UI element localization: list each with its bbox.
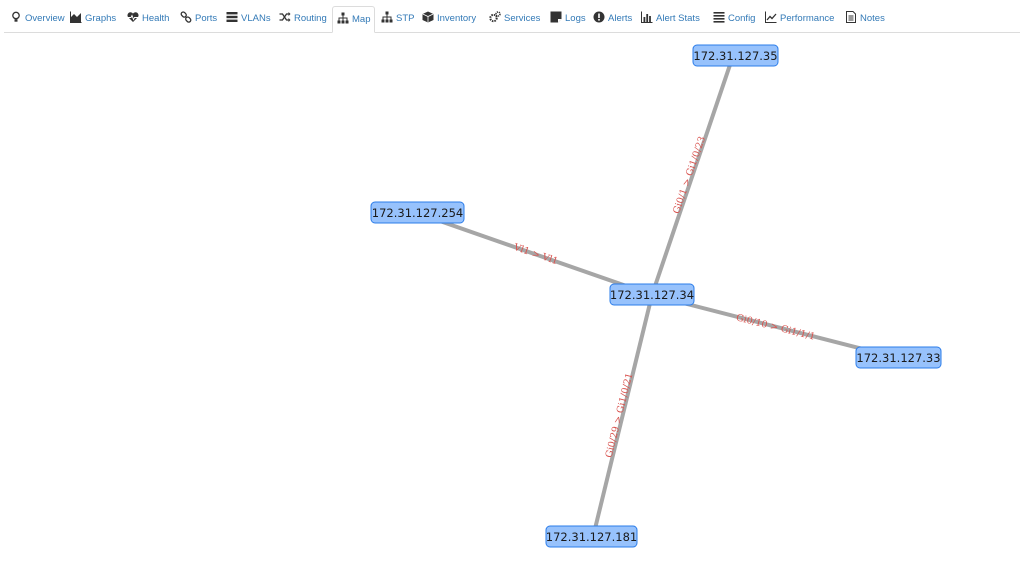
node-172-31-127-35[interactable]: 172.31.127.35 (692, 44, 779, 67)
node-label: 172.31.127.33 (856, 351, 940, 365)
sticky-note-icon (550, 11, 563, 23)
node-172-31-127-254[interactable]: 172.31.127.254 (370, 201, 465, 224)
sitemap-icon (381, 11, 394, 23)
tab-services[interactable]: Services (489, 6, 540, 32)
device-nav-tabs: Overview Graphs Health Ports VLANs Routi… (4, 6, 1020, 33)
tab-stp-label: STP (396, 13, 415, 24)
node-172-31-127-34[interactable]: 172.31.127.34 (609, 283, 695, 306)
link-icon (180, 11, 193, 23)
tab-routing[interactable]: Routing (279, 6, 327, 32)
tasks-icon (226, 11, 239, 23)
node-label: 172.31.127.34 (610, 288, 694, 302)
tab-logs[interactable]: Logs (550, 6, 586, 32)
tab-alerts-label: Alerts (608, 13, 633, 24)
node-label: 172.31.127.254 (372, 206, 463, 220)
area-chart-icon (70, 11, 83, 23)
tab-overview[interactable]: Overview (10, 6, 65, 32)
cube-icon (422, 11, 435, 23)
random-icon (279, 11, 292, 23)
tab-map-label: Map (352, 14, 371, 25)
tab-vlans-label: VLANs (241, 13, 271, 24)
tab-notes-label: Notes (860, 13, 885, 24)
tab-health-label: Health (142, 13, 170, 24)
node-label: 172.31.127.35 (693, 49, 777, 63)
tab-graphs[interactable]: Graphs (70, 6, 116, 32)
exclamation-circle-icon (593, 11, 606, 23)
tab-performance[interactable]: Performance (765, 6, 834, 32)
tab-config-label: Config (728, 13, 756, 24)
tab-logs-label: Logs (565, 13, 586, 24)
tab-overview-label: Overview (25, 13, 65, 24)
tab-alert-stats[interactable]: Alert Stats (641, 6, 700, 32)
edge-label-center-bottom: Gi0/29 > Gi1/0/21 (604, 372, 636, 459)
align-justify-icon (713, 11, 726, 23)
node-172-31-127-181[interactable]: 172.31.127.181 (545, 525, 638, 548)
tab-inventory-label: Inventory (437, 13, 477, 24)
cogs-icon (489, 11, 502, 23)
tab-alerts[interactable]: Alerts (593, 6, 632, 32)
sitemap-icon (337, 12, 350, 24)
tab-graphs-label: Graphs (85, 13, 117, 24)
edge-label-center-right: Gi0/10 > Gi1/1/1 (735, 312, 816, 342)
tab-stp[interactable]: STP (381, 6, 414, 32)
file-text-icon (845, 11, 858, 23)
tab-performance-label: Performance (780, 13, 835, 24)
tab-alert-stats-label: Alert Stats (656, 13, 700, 24)
node-172-31-127-33[interactable]: 172.31.127.33 (855, 346, 942, 369)
tab-inventory[interactable]: Inventory (422, 6, 476, 32)
tab-vlans[interactable]: VLANs (226, 6, 271, 32)
bar-chart-icon (641, 11, 654, 23)
edge-label-center-left: Vl1 > Vl1 (511, 242, 559, 268)
heartbeat-icon (127, 11, 140, 23)
tab-routing-label: Routing (294, 13, 327, 24)
tab-config[interactable]: Config (713, 6, 755, 32)
network-map[interactable]: Gi0/1 > Gi1/0/23 Vl1 > Vl1 Gi0/10 > Gi1/… (0, 33, 1024, 563)
tab-ports-label: Ports (195, 13, 218, 24)
tab-ports[interactable]: Ports (180, 6, 217, 32)
tab-services-label: Services (504, 13, 541, 24)
tab-map[interactable]: Map (332, 6, 376, 33)
node-label: 172.31.127.181 (546, 530, 637, 544)
lightbulb-icon (10, 11, 23, 23)
tab-health[interactable]: Health (127, 6, 169, 32)
line-chart-icon (765, 11, 778, 23)
edge-label-center-top: Gi0/1 > Gi1/0/23 (671, 135, 708, 215)
tab-notes[interactable]: Notes (845, 6, 885, 32)
